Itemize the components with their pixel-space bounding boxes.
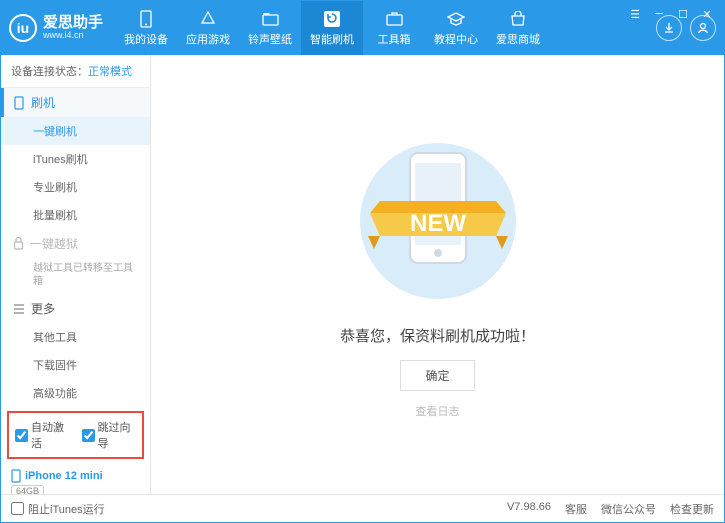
phone-icon xyxy=(13,96,25,110)
status-label: 设备连接状态： xyxy=(11,66,88,78)
sidebar-item-advanced[interactable]: 高级功能 xyxy=(1,379,150,407)
minimize-icon[interactable]: ─ xyxy=(649,4,669,24)
nav-store[interactable]: 爱思商城 xyxy=(487,1,549,55)
main-nav: 我的设备 应用游戏 铃声壁纸 智能刷机 工具箱 教程中心 xyxy=(115,1,656,55)
phone-icon xyxy=(137,10,155,28)
nav-label: 工具箱 xyxy=(378,31,411,47)
toolbox-icon xyxy=(385,10,403,28)
body: 设备连接状态：正常模式 刷机 一键刷机 iTunes刷机 专业刷机 批量刷机 一… xyxy=(1,55,724,494)
maximize-icon[interactable]: ☐ xyxy=(673,4,693,24)
sidebar-item-oneclick-flash[interactable]: 一键刷机 xyxy=(1,117,150,145)
header: iu 爱思助手 www.i4.cn 我的设备 应用游戏 铃声壁纸 智能刷机 xyxy=(1,1,724,55)
logo-title: 爱思助手 xyxy=(43,15,103,32)
sidebar-item-pro-flash[interactable]: 专业刷机 xyxy=(1,173,150,201)
storage-badge: 64GB xyxy=(11,485,44,494)
device-status: 设备连接状态：正常模式 xyxy=(1,55,150,88)
sidebar-head-jailbreak: 一键越狱 xyxy=(1,229,150,258)
jailbreak-note: 越狱工具已转移至工具箱 xyxy=(1,258,150,294)
version-text: V7.98.66 xyxy=(507,501,551,517)
checkbox-block-itunes[interactable]: 阻止iTunes运行 xyxy=(11,501,105,517)
nav-label: 应用游戏 xyxy=(186,31,230,47)
nav-my-device[interactable]: 我的设备 xyxy=(115,1,177,55)
sidebar: 设备连接状态：正常模式 刷机 一键刷机 iTunes刷机 专业刷机 批量刷机 一… xyxy=(1,55,151,494)
sidebar-head-label: 刷机 xyxy=(31,94,55,111)
lock-icon xyxy=(13,237,24,250)
status-value: 正常模式 xyxy=(88,66,132,78)
close-icon[interactable]: ✕ xyxy=(697,4,717,24)
options-checkboxes: 自动激活 跳过向导 xyxy=(7,411,144,459)
nav-label: 智能刷机 xyxy=(310,31,354,47)
nav-label: 铃声壁纸 xyxy=(248,31,292,47)
sidebar-head-flash[interactable]: 刷机 xyxy=(1,88,150,117)
success-message: 恭喜您，保资料刷机成功啦！ xyxy=(340,325,535,346)
footer-link-wechat[interactable]: 微信公众号 xyxy=(601,501,656,517)
sidebar-item-itunes-flash[interactable]: iTunes刷机 xyxy=(1,145,150,173)
sidebar-head-label: 更多 xyxy=(31,300,55,317)
checkbox-label: 阻止iTunes运行 xyxy=(28,501,105,517)
footer-link-update[interactable]: 检查更新 xyxy=(670,501,714,517)
nav-toolbox[interactable]: 工具箱 xyxy=(363,1,425,55)
app-window: ☰ ─ ☐ ✕ iu 爱思助手 www.i4.cn 我的设备 应用游戏 铃声壁纸 xyxy=(0,0,725,523)
sidebar-head-more[interactable]: 更多 xyxy=(1,294,150,323)
list-icon xyxy=(13,304,25,314)
ok-button[interactable]: 确定 xyxy=(400,360,474,391)
checkbox-auto-activate[interactable]: 自动激活 xyxy=(15,419,70,451)
main-content: NEW 恭喜您，保资料刷机成功啦！ 确定 查看日志 xyxy=(151,55,724,494)
phone-icon xyxy=(11,469,21,483)
store-icon xyxy=(509,10,527,28)
success-illustration: NEW xyxy=(338,131,538,311)
sidebar-group-flash: 刷机 一键刷机 iTunes刷机 专业刷机 批量刷机 xyxy=(1,88,150,229)
nav-label: 教程中心 xyxy=(434,31,478,47)
device-info: iPhone 12 mini 64GB Down-12mini-13,1 xyxy=(1,463,150,494)
apps-icon xyxy=(199,10,217,28)
sidebar-item-other-tools[interactable]: 其他工具 xyxy=(1,323,150,351)
nav-smart-flash[interactable]: 智能刷机 xyxy=(301,1,363,55)
checkbox-label: 跳过向导 xyxy=(98,419,137,451)
app-logo: iu 爱思助手 www.i4.cn xyxy=(9,14,103,42)
window-controls: ☰ ─ ☐ ✕ xyxy=(625,4,717,24)
graduation-icon xyxy=(447,10,465,28)
new-badge-text: NEW xyxy=(410,210,466,237)
nav-tutorial[interactable]: 教程中心 xyxy=(425,1,487,55)
footer-link-support[interactable]: 客服 xyxy=(565,501,587,517)
checkbox-label: 自动激活 xyxy=(31,419,70,451)
nav-label: 我的设备 xyxy=(124,31,168,47)
sidebar-group-more: 更多 其他工具 下载固件 高级功能 xyxy=(1,294,150,407)
view-log-link[interactable]: 查看日志 xyxy=(416,403,460,419)
folder-icon xyxy=(261,10,279,28)
sidebar-head-label: 一键越狱 xyxy=(30,235,78,252)
nav-apps-games[interactable]: 应用游戏 xyxy=(177,1,239,55)
footer: 阻止iTunes运行 V7.98.66 客服 微信公众号 检查更新 xyxy=(1,494,724,522)
menu-icon[interactable]: ☰ xyxy=(625,4,645,24)
logo-icon: iu xyxy=(9,14,37,42)
device-name[interactable]: iPhone 12 mini xyxy=(11,469,140,483)
refresh-icon xyxy=(323,10,341,28)
footer-right: V7.98.66 客服 微信公众号 检查更新 xyxy=(507,501,714,517)
sidebar-item-download-firmware[interactable]: 下载固件 xyxy=(1,351,150,379)
sidebar-item-batch-flash[interactable]: 批量刷机 xyxy=(1,201,150,229)
logo-subtitle: www.i4.cn xyxy=(43,31,103,41)
sidebar-group-jailbreak: 一键越狱 越狱工具已转移至工具箱 xyxy=(1,229,150,294)
nav-ringtone-wallpaper[interactable]: 铃声壁纸 xyxy=(239,1,301,55)
nav-label: 爱思商城 xyxy=(496,31,540,47)
checkbox-skip-guide[interactable]: 跳过向导 xyxy=(82,419,137,451)
